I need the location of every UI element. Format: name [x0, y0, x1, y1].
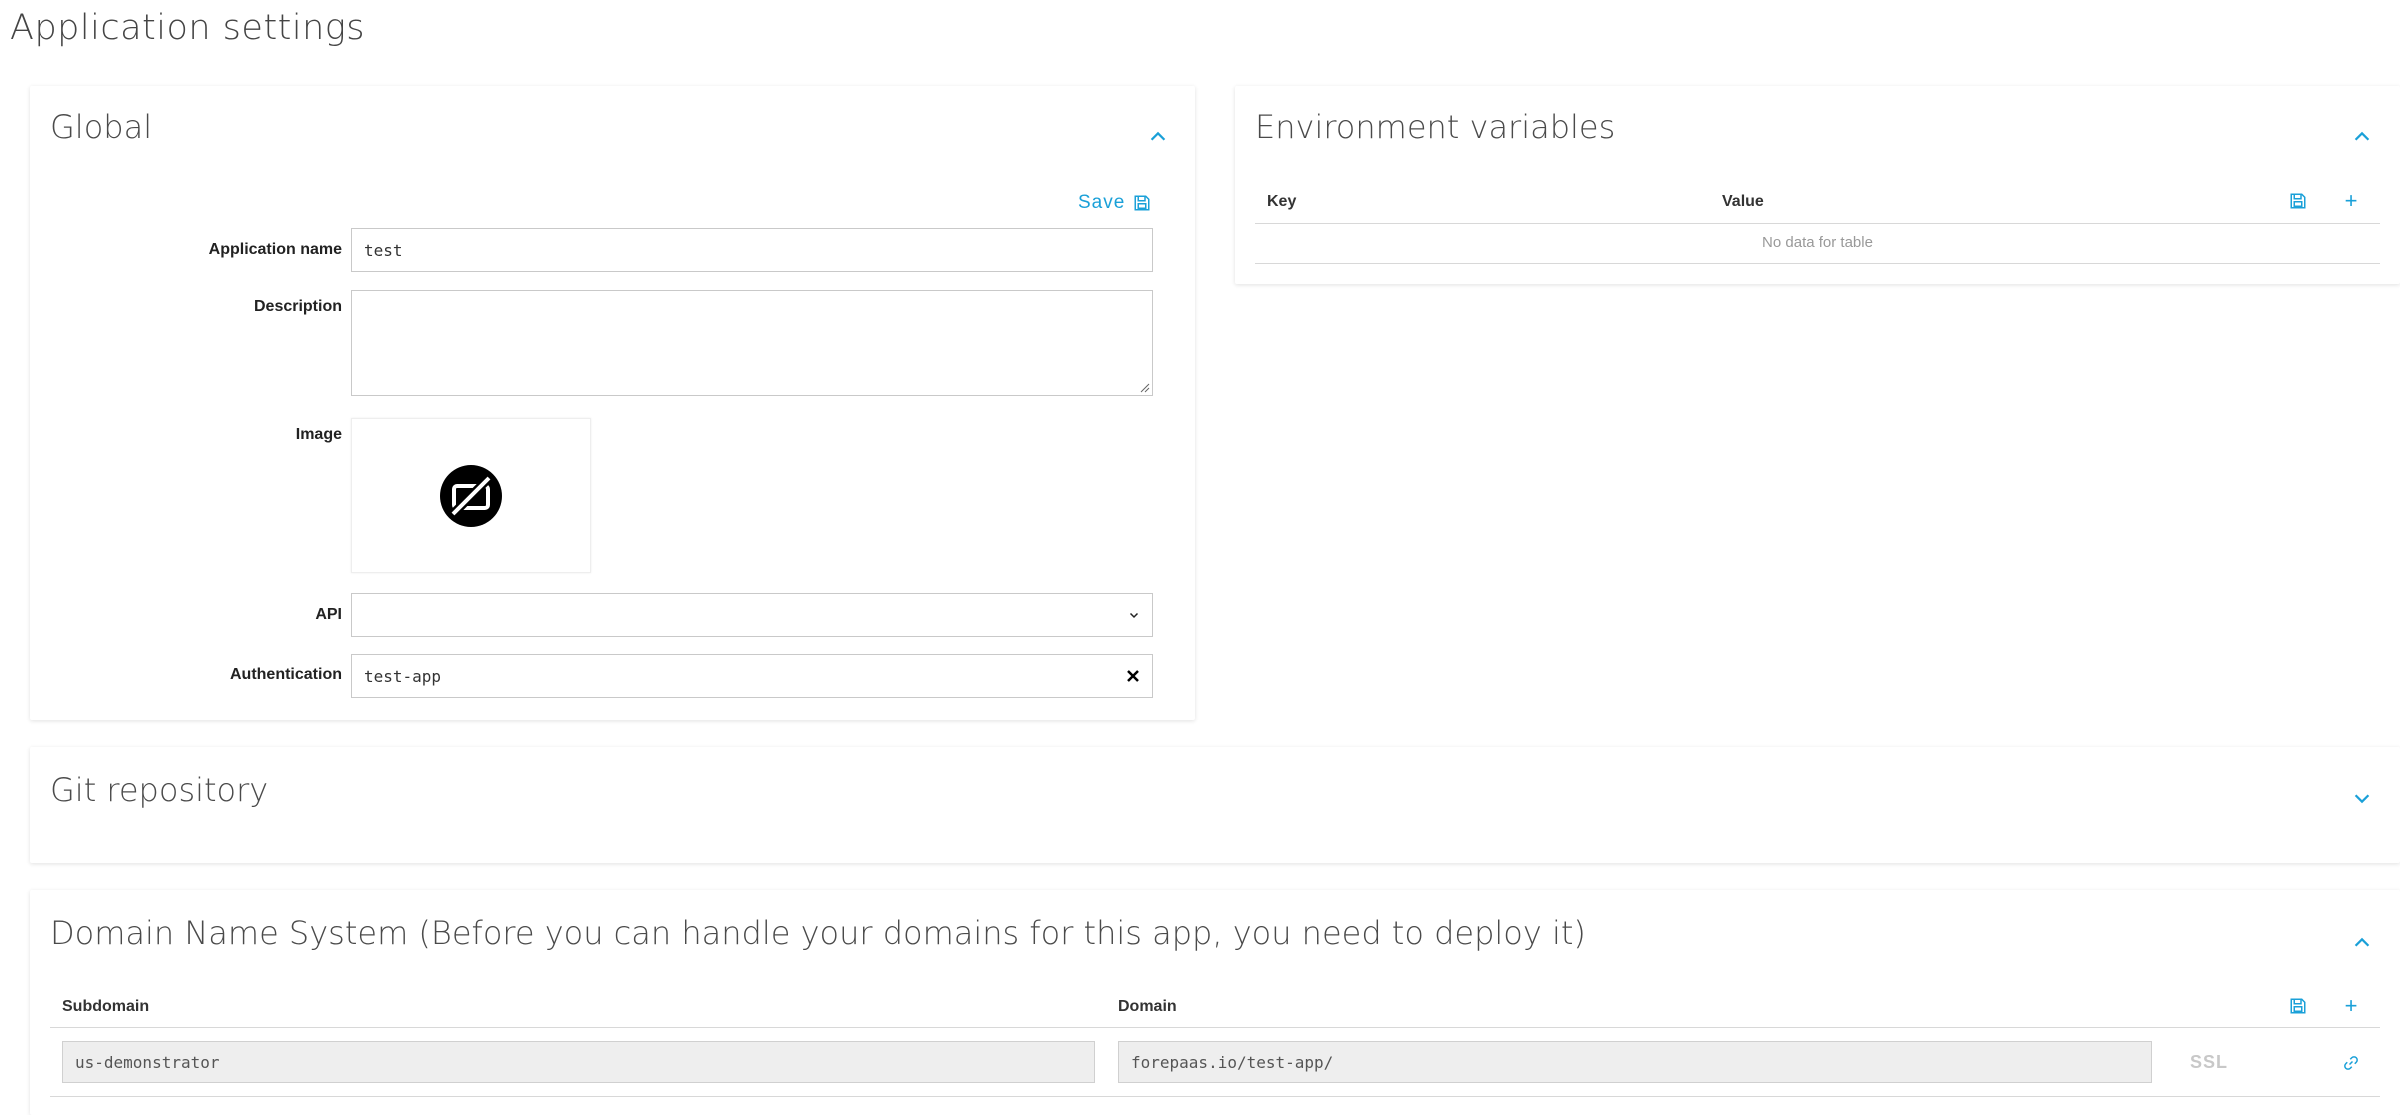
save-icon	[1134, 195, 1150, 211]
collapse-global-chevron-up-icon[interactable]	[1147, 126, 1169, 148]
authentication-value: test-app	[364, 666, 442, 686]
save-icon	[2290, 998, 2306, 1014]
ssl-toggle[interactable]: SSL	[2190, 1052, 2228, 1073]
dns-title: Domain Name System (Before you can handl…	[50, 914, 1586, 952]
api-label: API	[315, 606, 342, 623]
dns-link-button[interactable]	[2340, 1052, 2362, 1074]
image-picker[interactable]	[351, 418, 591, 573]
image-label: Image	[295, 426, 342, 443]
chevron-down-icon	[1129, 612, 1139, 619]
dns-add-button[interactable]: +	[2340, 995, 2362, 1017]
api-select[interactable]	[351, 593, 1153, 637]
expand-git-chevron-down-icon[interactable]	[2351, 787, 2373, 809]
collapse-env-chevron-up-icon[interactable]	[2351, 126, 2373, 148]
page-title: Application settings	[10, 8, 366, 48]
env-header-divider	[1255, 223, 2380, 224]
save-icon	[2290, 193, 2306, 209]
env-title: Environment variables	[1255, 108, 1616, 146]
env-add-button[interactable]: +	[2340, 190, 2362, 212]
git-title: Git repository	[50, 771, 269, 809]
subdomain-field[interactable]: us-demonstrator	[62, 1041, 1095, 1083]
no-image-icon	[440, 464, 502, 527]
authentication-field[interactable]: test-app	[351, 654, 1153, 698]
dns-card: Domain Name System (Before you can handl…	[30, 890, 2400, 1115]
app-name-label: Application name	[208, 241, 342, 258]
env-card: Environment variables Key Value + No dat…	[1235, 86, 2400, 284]
link-icon	[2344, 1056, 2358, 1070]
close-icon[interactable]	[1126, 669, 1140, 683]
plus-icon: +	[2344, 993, 2358, 1018]
authentication-label: Authentication	[230, 666, 342, 683]
resize-handle-icon[interactable]	[1140, 383, 1150, 393]
description-label: Description	[253, 298, 342, 315]
global-title: Global	[50, 108, 153, 146]
env-column-key: Key	[1267, 193, 1297, 210]
env-table-bottom	[1255, 263, 2380, 264]
dns-row-divider	[50, 1096, 2380, 1097]
dns-column-domain: Domain	[1118, 998, 1177, 1015]
collapse-dns-chevron-up-icon[interactable]	[2351, 932, 2373, 954]
save-label: Save	[1078, 192, 1126, 213]
env-column-value: Value	[1722, 193, 1764, 210]
plus-icon: +	[2344, 188, 2358, 213]
env-save-button[interactable]	[2287, 190, 2309, 212]
global-card: Global Save Application name test Descri…	[30, 86, 1195, 720]
description-textarea[interactable]	[351, 290, 1153, 396]
app-name-input[interactable]: test	[351, 228, 1153, 272]
git-card: Git repository	[30, 747, 2400, 863]
domain-field[interactable]: forepaas.io/test-app/	[1118, 1041, 2152, 1083]
env-empty-text: No data for table	[1762, 234, 1873, 251]
dns-save-button[interactable]	[2287, 995, 2309, 1017]
dns-header-divider	[50, 1027, 2380, 1028]
dns-column-subdomain: Subdomain	[62, 998, 150, 1015]
save-button[interactable]: Save	[1078, 192, 1151, 214]
